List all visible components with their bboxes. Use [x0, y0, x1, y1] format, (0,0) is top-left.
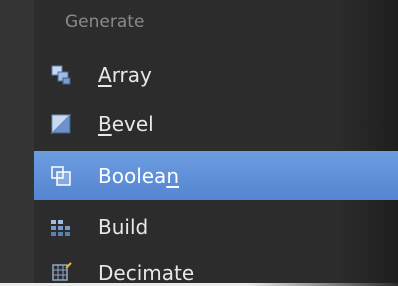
menu-item-label: Decimate — [98, 260, 195, 285]
build-modifier-icon — [50, 216, 72, 238]
decimate-modifier-icon — [50, 261, 72, 284]
boolean-modifier-icon — [50, 165, 72, 187]
menu-item-build[interactable]: Build — [34, 202, 398, 251]
menu-item-decimate[interactable]: Decimate — [34, 248, 398, 286]
menu-item-boolean[interactable]: Boolean — [34, 151, 398, 200]
menu-header-generate: Generate — [65, 12, 145, 32]
menu-icon-gutter — [0, 0, 34, 286]
menu-item-bevel[interactable]: Bevel — [34, 99, 398, 148]
menu-item-label: Build — [98, 214, 149, 239]
generate-modifier-menu: Generate Array Bevel Boolean Build Decim… — [0, 0, 398, 286]
menu-item-label: Boolean — [98, 163, 179, 188]
menu-item-label: Array — [98, 62, 152, 87]
menu-item-array[interactable]: Array — [34, 50, 398, 99]
menu-item-label: Bevel — [98, 111, 154, 136]
array-modifier-icon — [50, 64, 72, 86]
bevel-modifier-icon — [50, 113, 72, 135]
